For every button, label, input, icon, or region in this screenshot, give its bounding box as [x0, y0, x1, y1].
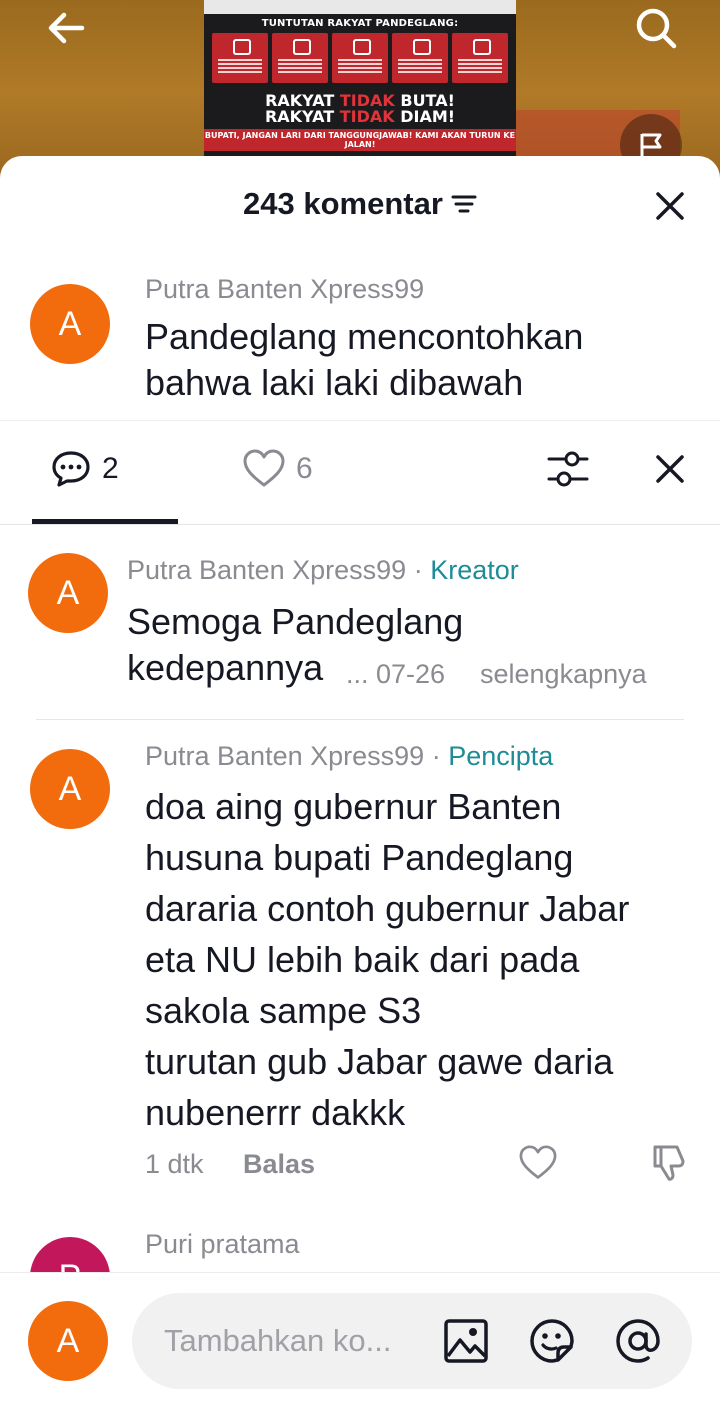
see-more-link[interactable]: selengkapnya [480, 659, 647, 690]
close-icon [656, 455, 684, 483]
emoji-icon [530, 1319, 574, 1363]
add-image-button[interactable] [442, 1317, 490, 1365]
search-button[interactable] [630, 2, 682, 54]
avatar[interactable]: A [30, 284, 110, 364]
reply-username[interactable]: Putra Banten Xpress99 [145, 741, 424, 771]
tab-likes[interactable]: 6 [242, 447, 313, 491]
poster-slogan: RAKYAT TIDAK BUTA! RAKYAT TIDAK DIAM! [204, 93, 516, 125]
reply-text-line: eta NU lebih baik dari pada [145, 939, 580, 980]
mention-button[interactable] [614, 1317, 662, 1365]
slogan-text: RAKYAT [264, 107, 340, 126]
sheet-header: 243 komentar [0, 156, 720, 256]
like-reply-button[interactable] [516, 1141, 560, 1185]
reply-text-line: nubenerrr dakkk [145, 1092, 406, 1133]
poster-title: TUNTUTAN RAKYAT PANDEGLANG: [261, 18, 459, 29]
reply-username[interactable]: Puri pratama [145, 1229, 300, 1260]
tab-replies[interactable]: 2 [50, 447, 119, 491]
poster-demand-box [212, 33, 268, 83]
avatar[interactable]: A [30, 749, 110, 829]
chat-bubble-icon [52, 451, 90, 487]
avatar[interactable]: P [30, 1237, 110, 1273]
reply-text-line: sakola sampe S3 [145, 990, 422, 1031]
comment-input[interactable]: Tambahkan ko... [132, 1293, 692, 1389]
reply-text-line: dararia contoh gubernur Jabar [145, 888, 630, 929]
reply-username[interactable]: Putra Banten Xpress99 [127, 555, 406, 585]
parent-comment[interactable]: A Putra Banten Xpress99 Pandeglang menco… [0, 272, 720, 418]
reply-count: 2 [102, 452, 119, 485]
reply-button[interactable]: Balas [243, 1149, 315, 1180]
reply-divider [36, 719, 684, 720]
reply-text: doa aing gubernur Banten husuna bupati P… [145, 781, 705, 1138]
search-icon [636, 8, 677, 49]
creator-badge: Pencipta [448, 741, 554, 771]
thumbs-down-icon [653, 1145, 685, 1181]
video-poster: TUNTUTAN RAKYAT PANDEGLANG: RAKYAT TIDAK… [204, 0, 516, 156]
poster-footer: BUPATI, JANGAN LARI DARI TANGGUNGJAWAB! … [204, 129, 516, 151]
avatar-clip: P [30, 1237, 110, 1273]
reply-item[interactable]: A Putra Banten Xpress99 · Pencipta doa a… [0, 739, 720, 1181]
close-sheet-button[interactable] [648, 184, 692, 228]
reply-text-line: Semoga Pandeglang [127, 601, 464, 642]
heart-outline-icon [519, 1145, 557, 1179]
reply-item[interactable]: A Putra Banten Xpress99 · Kreator Semoga… [0, 549, 720, 709]
own-avatar: A [28, 1301, 108, 1381]
replies-panel: 2 6 A Putra Banten Xpress99 · Kreator Se… [0, 420, 720, 1408]
avatar[interactable]: A [28, 553, 108, 633]
comment-username[interactable]: Putra Banten Xpress99 [145, 274, 424, 305]
slogan-text: DIAM! [394, 107, 456, 126]
close-replies-button[interactable] [644, 443, 696, 495]
comment-input-placeholder: Tambahkan ko... [164, 1323, 392, 1358]
back-button[interactable] [40, 2, 92, 54]
sort-lines-icon [451, 195, 477, 213]
like-count: 6 [296, 452, 313, 485]
heart-outline-icon [243, 449, 285, 487]
reply-text-line: husuna bupati Pandeglang [145, 837, 574, 878]
back-arrow-icon [48, 12, 85, 44]
image-icon [444, 1319, 488, 1363]
dislike-reply-button[interactable] [648, 1141, 692, 1185]
poster-demand-box [452, 33, 508, 83]
reply-username-line: Putra Banten Xpress99 · Pencipta [145, 741, 553, 772]
reply-time: 1 dtk [145, 1149, 204, 1179]
comment-count: 243 komentar [243, 186, 443, 221]
poster-demand-box [272, 33, 328, 83]
mention-icon [616, 1319, 660, 1363]
comment-composer: A Tambahkan ko... [0, 1272, 720, 1408]
replies-tabs: 2 6 [0, 421, 720, 525]
creator-badge: Kreator [430, 555, 519, 585]
filter-button[interactable] [542, 443, 594, 495]
poster-demand-box [392, 33, 448, 83]
reply-text-fragment: kedepannya [127, 647, 324, 688]
badge-separator: · [406, 555, 431, 585]
reply-username-line: Putra Banten Xpress99 · Kreator [127, 555, 519, 586]
active-tab-indicator [32, 519, 178, 524]
reply-ellipsis-date: ... 07-26 [346, 659, 446, 689]
reply-text-line: turutan gub Jabar gawe daria [145, 1041, 614, 1082]
comment-text: Pandeglang mencontohkan bahwa laki laki … [145, 316, 584, 403]
reply-text-line: doa aing gubernur Banten [145, 786, 562, 827]
slogan-text: TIDAK [339, 107, 395, 126]
sliders-icon [547, 451, 589, 487]
emoji-button[interactable] [528, 1317, 576, 1365]
poster-demand-box [332, 33, 388, 83]
comment-count-sort[interactable]: 243 komentar [0, 186, 720, 222]
poster-demands [204, 29, 516, 87]
close-icon [656, 192, 684, 220]
badge-separator: · [424, 741, 449, 771]
poster-top-strip [204, 0, 516, 14]
